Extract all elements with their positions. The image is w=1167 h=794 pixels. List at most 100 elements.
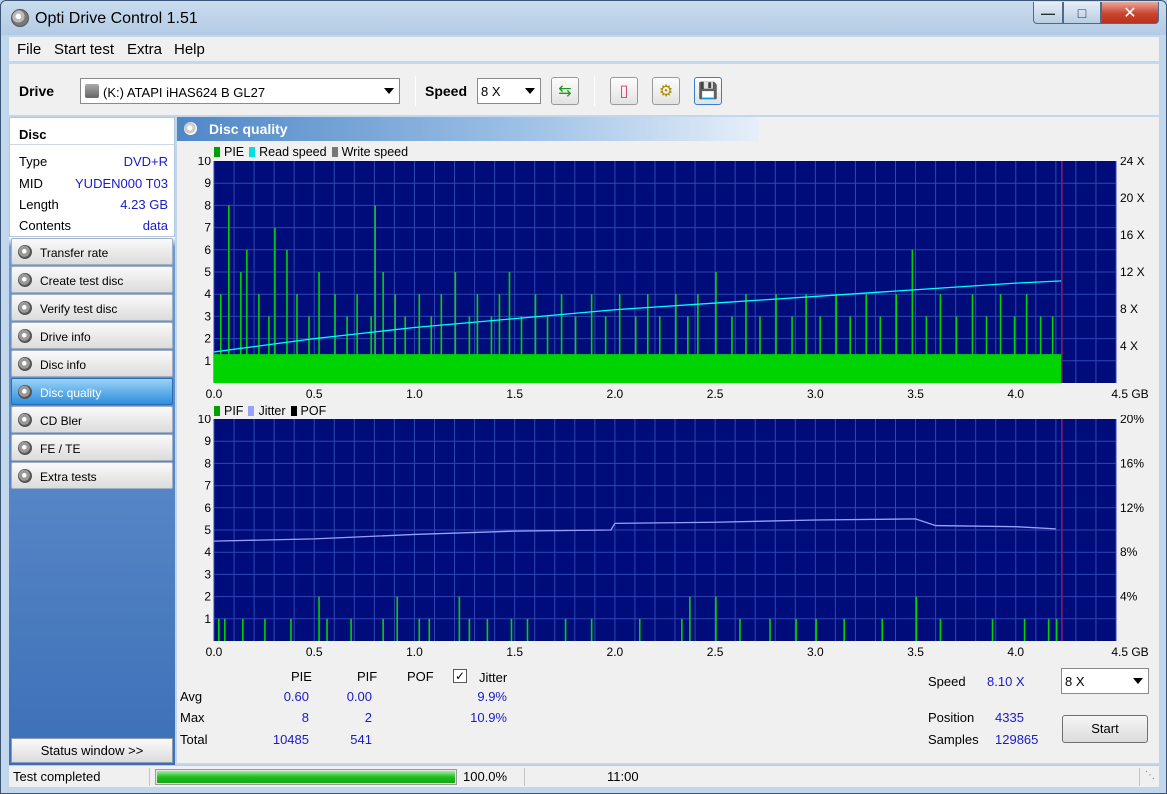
speed-value: 8 X [481,84,501,99]
x-tick-label: 4.0 [1007,387,1024,401]
speed-select[interactable]: 8 X [477,78,541,104]
nav-extra-tests[interactable]: Extra tests [11,462,173,489]
pie-bar [731,316,733,383]
nav-label: Create test disc [40,274,124,288]
minimize-icon: — [1041,4,1055,21]
menu-extra[interactable]: Extra [127,41,162,58]
stats-max-label: Max [180,710,205,725]
pie-bar [971,294,974,383]
pif-bar [689,596,691,641]
x-tick-label: 0.5 [306,645,323,659]
refresh-button[interactable]: ⇆ [551,77,579,105]
pie-bar [468,316,471,383]
pie-bar [895,294,898,383]
y-tick-label: 1 [204,354,211,368]
pie-bar [835,294,837,383]
pif-bar [486,618,489,641]
pie-bar [618,294,621,383]
stats-header-pof: POF [407,669,434,684]
chevron-down-icon [1133,678,1143,684]
drive-select[interactable]: (K:) ATAPI iHAS624 B GL27 [80,78,400,104]
y2-tick-label: 8% [1120,545,1138,559]
pie-bar [268,316,270,383]
disc-quality-icon [184,122,197,135]
pif-bar [382,618,384,641]
nav-cd-bler[interactable]: CD Bler [11,406,173,433]
menu-start-test[interactable]: Start test [54,41,114,58]
settings-button[interactable]: ⚙ [652,77,680,105]
nav-label: FE / TE [40,442,81,456]
minimize-button[interactable]: — [1033,2,1063,24]
pie-bar [356,294,358,383]
disc-icon [18,441,32,455]
menu-help[interactable]: Help [174,41,205,58]
pie-bar [318,272,320,383]
chevron-down-icon [384,88,394,94]
stats-max-pif: 2 [364,710,372,725]
nav-transfer-rate[interactable]: Transfer rate [11,238,173,265]
progress-fill [157,771,455,783]
nav-verify-test-disc[interactable]: Verify test disc [11,294,173,321]
y2-tick-label: 20 X [1120,191,1145,205]
x-tick-label: 2.5 [707,387,724,401]
pie-bar [286,249,288,383]
x-tick-label: 1.0 [406,645,423,659]
test-speed-select[interactable]: 8 X [1061,668,1149,694]
resize-grip-icon[interactable]: ⋱ [1145,770,1155,781]
pie-bar [865,294,868,383]
run-speed-value: 8.10 X [987,674,1025,689]
pie-bar [418,294,421,383]
pie-bar [308,316,310,383]
nav-fe-te[interactable]: FE / TE [11,434,173,461]
status-bar: Test completed 100.0% 11:00 ⋱ [9,765,1159,787]
position-value: 4335 [995,710,1024,725]
pie-bar [687,316,689,383]
pie-bar [534,294,537,383]
start-button[interactable]: Start [1062,715,1148,743]
pie-bar [819,316,821,383]
menu-file[interactable]: File [17,41,41,58]
pif-bar [681,618,683,641]
pif-bar [326,618,328,641]
stats-max-jitter: 10.9% [470,710,507,725]
pif-bar [991,618,994,641]
pif-bar [350,618,352,641]
status-window-button[interactable]: Status window >> [11,738,173,763]
disc-type-label: Type [19,154,48,169]
pie-bar [849,316,852,383]
drive-value: (K:) ATAPI iHAS624 B GL27 [103,85,266,100]
nav-label: Disc info [40,358,87,372]
nav-label: CD Bler [40,414,83,428]
pie-bar [546,316,549,383]
pie-bar [240,272,242,383]
nav-drive-info[interactable]: Drive info [11,322,173,349]
y-tick-label: 4 [204,287,211,301]
samples-value: 129865 [995,732,1039,747]
pie-bar [490,316,493,383]
y-tick-label: 3 [204,309,211,323]
pie-bar [374,205,376,383]
erase-button[interactable]: ▯ [610,77,638,105]
save-icon: 💾 [698,83,718,100]
y-tick-label: 6 [204,243,211,257]
close-button[interactable]: ✕ [1101,2,1159,24]
app-window: Opti Drive Control 1.51 — □ ✕ File Start… [0,0,1167,794]
pif-bar [715,596,717,641]
pie-bar [590,294,593,383]
maximize-button[interactable]: □ [1063,2,1101,24]
pie-bar [805,294,807,383]
nav-create-test-disc[interactable]: Create test disc [11,266,173,293]
pif-bar [1047,618,1050,641]
y-tick-label: 2 [204,590,211,604]
run-speed-label: Speed [928,674,966,689]
nav-disc-quality[interactable]: Disc quality [11,378,173,405]
pie-bar [404,316,407,383]
pif-bar [458,596,461,641]
nav-disc-info[interactable]: Disc info [11,350,173,377]
pie-bar [745,294,747,383]
jitter-checkbox[interactable]: ✓ [453,669,467,683]
disc-length-label: Length [19,197,59,212]
stats-header-pif: PIF [357,669,378,684]
app-disc-icon [11,9,29,27]
save-button[interactable]: 💾 [694,77,722,105]
